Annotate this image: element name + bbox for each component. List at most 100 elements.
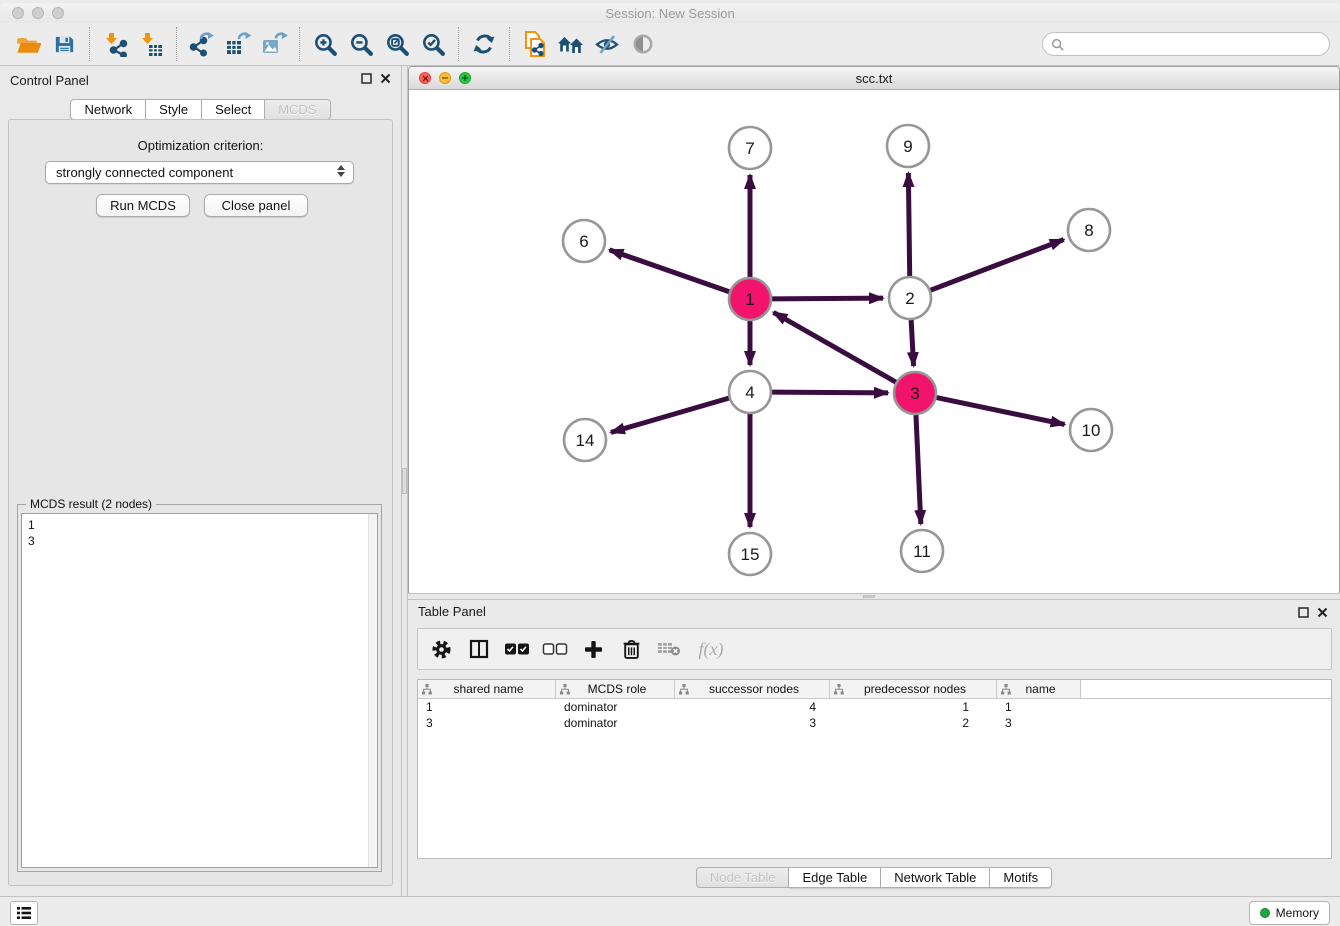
table-tab-node-table[interactable]: Node Table	[696, 867, 790, 888]
vertical-splitter[interactable]	[401, 66, 408, 896]
graph-node-label: 2	[905, 289, 914, 308]
network-graph[interactable]: 7 9 6 8 1 2 4 3 14 10 15 11	[409, 91, 1339, 593]
graph-edge-3-11[interactable]	[916, 415, 921, 524]
table-tab-network-table[interactable]: Network Table	[881, 867, 990, 888]
column-header-MCDS-role[interactable]: MCDS role	[556, 680, 675, 698]
graph-node-3[interactable]: 3	[894, 372, 936, 414]
graph-node-14[interactable]: 14	[564, 419, 606, 461]
optimization-criterion-label: Optimization criterion:	[9, 138, 392, 153]
export-image-icon[interactable]	[256, 26, 292, 62]
table-panel-title: Table Panel	[418, 604, 486, 619]
save-session-icon[interactable]	[46, 26, 82, 62]
graph-node-7[interactable]: 7	[729, 127, 771, 169]
column-header-name[interactable]: name	[997, 680, 1081, 698]
graph-node-15[interactable]: 15	[729, 533, 771, 575]
result-scrollbar[interactable]	[368, 514, 377, 867]
deselect-all-rows-icon[interactable]	[542, 636, 568, 662]
zoom-in-icon[interactable]	[307, 26, 343, 62]
add-column-icon[interactable]	[580, 636, 606, 662]
mcds-result-textarea[interactable]: 13	[21, 513, 378, 868]
mcds-result-lines: 13	[22, 514, 377, 549]
graph-node-label: 15	[741, 545, 760, 564]
table-cell: 4	[675, 699, 830, 715]
graph-node-10[interactable]: 10	[1070, 409, 1112, 451]
refresh-icon[interactable]	[466, 26, 502, 62]
table-cell: 1	[997, 699, 1081, 715]
graph-edge-2-9[interactable]	[908, 173, 909, 276]
home-layout-icon[interactable]	[553, 26, 589, 62]
network-view-window: scc.txt 7968124314101511	[408, 66, 1340, 593]
control-tab-style[interactable]: Style	[146, 99, 202, 120]
column-attribute-icon	[834, 684, 844, 695]
function-builder-icon: f(x)	[694, 636, 728, 662]
table-body: 1dominator4113dominator323	[418, 699, 1331, 731]
close-panel-button[interactable]: Close panel	[204, 194, 308, 217]
table-cell: dominator	[556, 699, 675, 715]
hide-graphics-details-icon[interactable]	[589, 26, 625, 62]
search-input[interactable]	[1068, 36, 1321, 52]
export-table-icon[interactable]	[220, 26, 256, 62]
task-history-button[interactable]	[10, 901, 38, 925]
open-session-icon[interactable]	[10, 26, 46, 62]
splitter-grip[interactable]	[402, 468, 407, 494]
graph-edge-3-10[interactable]	[937, 398, 1065, 425]
search-field[interactable]	[1042, 32, 1330, 56]
graph-edge-4-3[interactable]	[772, 392, 888, 393]
settings-gear-icon[interactable]	[428, 636, 454, 662]
graph-edge-1-6[interactable]	[609, 250, 729, 292]
table-panel-tabs: Node TableEdge TableNetwork TableMotifs	[408, 867, 1340, 888]
zoom-out-icon[interactable]	[343, 26, 379, 62]
column-header-shared-name[interactable]: shared name	[418, 680, 556, 698]
graph-node-label: 8	[1084, 221, 1093, 240]
graph-node-6[interactable]: 6	[563, 220, 605, 262]
import-table-icon[interactable]	[133, 26, 169, 62]
zoom-selected-icon[interactable]	[415, 26, 451, 62]
import-network-icon[interactable]	[97, 26, 133, 62]
table-cell: 1	[418, 699, 556, 715]
table-tab-motifs[interactable]: Motifs	[990, 867, 1052, 888]
graph-node-2[interactable]: 2	[889, 277, 931, 319]
graph-edge-4-14[interactable]	[611, 398, 729, 432]
graph-node-11[interactable]: 11	[901, 530, 943, 572]
select-all-rows-icon[interactable]	[504, 636, 530, 662]
node-table: shared nameMCDS rolesuccessor nodes prede…	[417, 679, 1332, 859]
table-panel-window-buttons	[1298, 607, 1328, 618]
column-header-predecessor-nodes[interactable]: predecessor nodes	[830, 680, 997, 698]
graph-edge-1-2[interactable]	[772, 298, 883, 299]
table-tab-edge-table[interactable]: Edge Table	[789, 867, 881, 888]
graph-edge-2-8[interactable]	[931, 240, 1064, 291]
column-header-label: name	[1011, 682, 1080, 696]
network-canvas[interactable]: 7 9 6 8 1 2 4 3 14 10 15 11	[409, 91, 1339, 593]
zoom-fit-icon[interactable]	[379, 26, 415, 62]
close-panel-icon[interactable]	[380, 73, 391, 84]
float-panel-icon[interactable]	[361, 73, 372, 84]
table-row[interactable]: 3dominator323	[418, 715, 1331, 731]
column-attribute-icon	[679, 684, 689, 695]
graph-node-1[interactable]: 1	[729, 278, 771, 320]
control-tab-select[interactable]: Select	[202, 99, 265, 120]
birds-eye-view-icon[interactable]	[625, 26, 661, 62]
delete-column-icon[interactable]	[618, 636, 644, 662]
criterion-select[interactable]: strongly connected component	[45, 161, 354, 184]
new-network-from-selection-icon[interactable]	[517, 26, 553, 62]
column-layout-icon[interactable]	[466, 636, 492, 662]
memory-button[interactable]: Memory	[1249, 901, 1330, 925]
run-mcds-button[interactable]: Run MCDS	[96, 194, 190, 217]
export-network-icon[interactable]	[184, 26, 220, 62]
column-header-successor-nodes[interactable]: successor nodes	[675, 680, 830, 698]
float-panel-icon[interactable]	[1298, 607, 1309, 618]
horizontal-splitter[interactable]	[408, 593, 1340, 600]
graph-node-label: 10	[1082, 421, 1101, 440]
graph-node-9[interactable]: 9	[887, 125, 929, 167]
control-panel-title: Control Panel	[10, 73, 89, 88]
splitter-grip[interactable]	[863, 595, 875, 598]
graph-edge-2-3[interactable]	[911, 320, 913, 366]
graph-edge-3-1[interactable]	[773, 312, 895, 382]
close-panel-icon[interactable]	[1317, 607, 1328, 618]
column-header-label: predecessor nodes	[844, 682, 996, 696]
control-tab-network[interactable]: Network	[70, 99, 146, 120]
graph-node-4[interactable]: 4	[729, 371, 771, 413]
graph-node-8[interactable]: 8	[1068, 209, 1110, 251]
control-tab-mcds[interactable]: MCDS	[265, 99, 330, 120]
table-row[interactable]: 1dominator411	[418, 699, 1331, 715]
